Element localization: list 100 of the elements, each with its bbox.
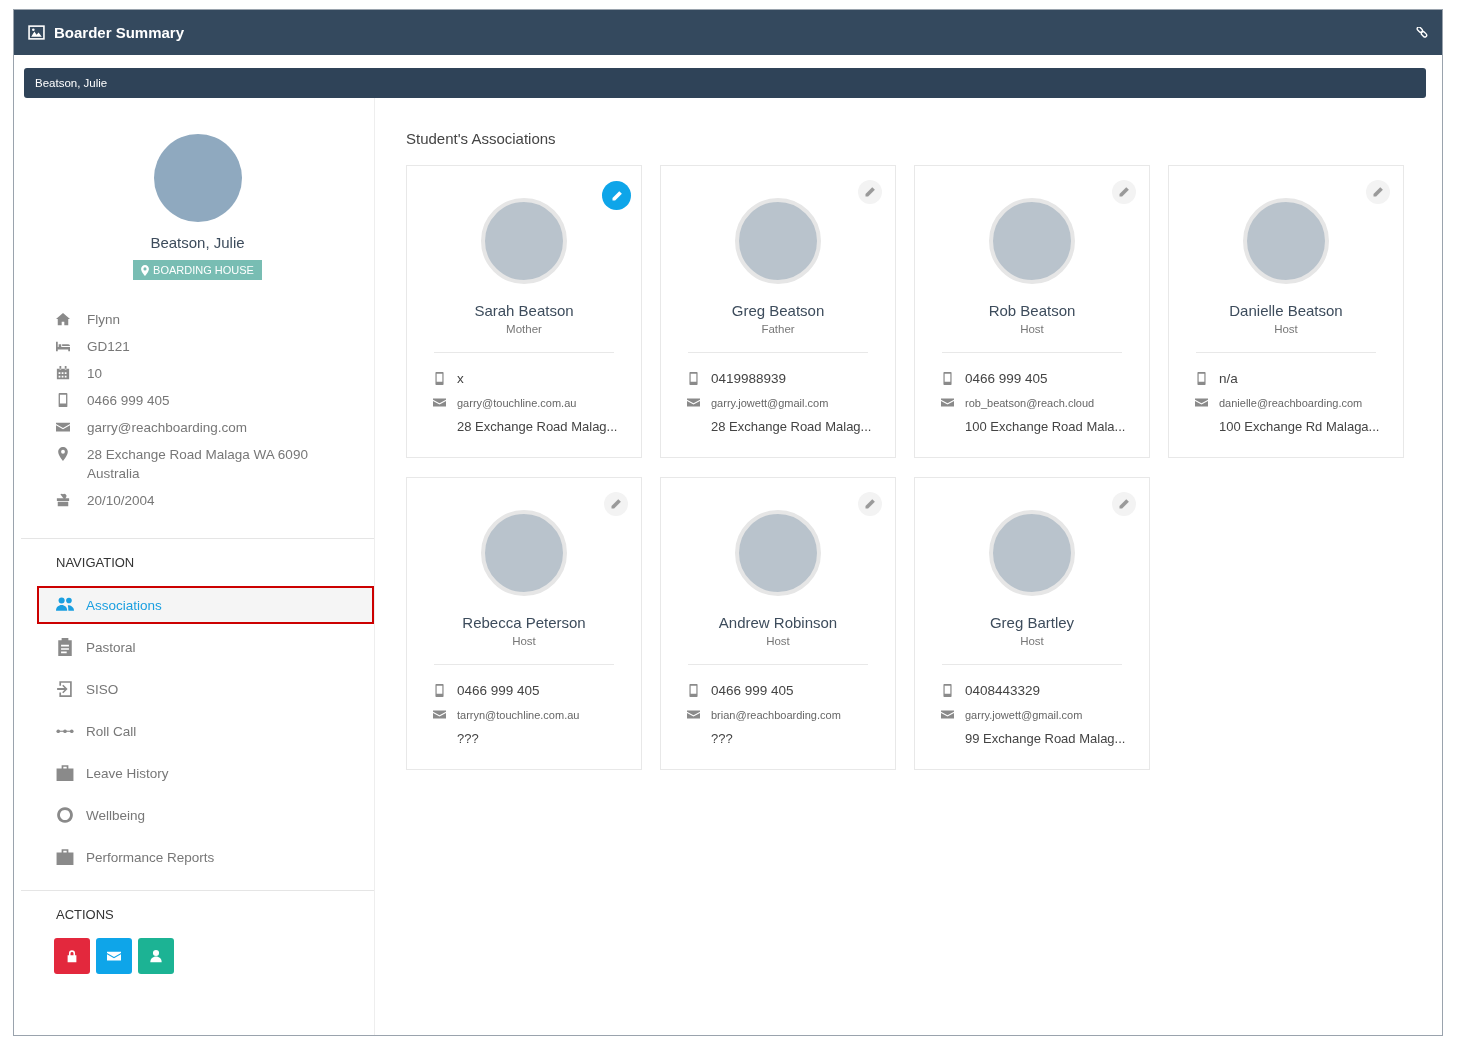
envelope-icon <box>56 420 70 434</box>
people-icon <box>56 596 74 614</box>
phone-text: 0466 999 405 <box>457 683 540 698</box>
email-text: danielle@reachboarding.com <box>1219 396 1363 409</box>
relation-text: Host <box>1274 323 1298 335</box>
contact-name: Rob Beatson <box>988 302 1076 319</box>
envelope-icon <box>941 396 954 409</box>
address-text: 100 Exchange Rd Malaga... <box>1218 419 1381 434</box>
pencil-icon <box>610 498 622 510</box>
detail-text: 10 <box>87 365 104 383</box>
calendar-icon <box>56 366 70 380</box>
nav-item[interactable]: Wellbeing <box>37 796 374 834</box>
email-text: brian@reachboarding.com <box>711 708 841 721</box>
nav-item[interactable]: Performance Reports <box>37 838 374 876</box>
mobile-phone-icon <box>433 684 446 697</box>
edit-button[interactable] <box>1366 180 1390 204</box>
link-icon[interactable] <box>1416 26 1428 39</box>
detail-text: 0466 999 405 <box>87 392 171 410</box>
lock-icon <box>65 949 79 963</box>
mobile-phone-icon <box>56 393 70 407</box>
envelope-icon <box>107 949 121 963</box>
pencil-icon <box>1118 498 1130 510</box>
nav-item[interactable]: Associations <box>37 586 374 624</box>
edit-button[interactable] <box>602 181 631 210</box>
gift-icon <box>56 493 70 507</box>
phone-text: x <box>457 371 464 386</box>
address-text: 100 Exchange Road Mala... <box>964 419 1127 434</box>
envelope-icon <box>687 396 700 409</box>
detail-text: 28 Exchange Road Malaga WA 6090 Australia <box>87 446 309 483</box>
envelope-icon <box>941 708 954 721</box>
map-pin-icon <box>56 447 70 461</box>
phone-text: 0466 999 405 <box>711 683 794 698</box>
image-icon <box>28 25 45 40</box>
contact-name: Greg Bartley <box>989 614 1075 631</box>
pencil-icon <box>864 186 876 198</box>
pencil-icon <box>864 498 876 510</box>
pencil-icon <box>1118 186 1130 198</box>
briefcase-icon <box>56 764 74 782</box>
edit-button[interactable] <box>604 492 628 516</box>
envelope-icon <box>687 708 700 721</box>
profile-button[interactable] <box>138 938 174 974</box>
edit-button[interactable] <box>858 492 882 516</box>
envelope-icon <box>1195 396 1208 409</box>
email-text: tarryn@touchline.com.au <box>457 708 580 721</box>
email-button[interactable] <box>96 938 132 974</box>
mobile-phone-icon <box>941 372 954 385</box>
address-text: ??? <box>456 731 480 746</box>
pencil-icon <box>610 189 623 202</box>
relation-text: Father <box>761 323 795 335</box>
email-text: garry@reachboarding.com <box>87 419 249 437</box>
relation-text: Host <box>766 635 790 647</box>
nav-item[interactable]: SISO <box>37 670 374 708</box>
contact-name: Danielle Beatson <box>1229 302 1343 319</box>
section-heading: ACTIONS <box>55 907 115 922</box>
address-text: 28 Exchange Road Malag... <box>710 419 873 434</box>
bed-icon <box>56 339 70 353</box>
envelope-icon <box>433 708 446 721</box>
student-name: Beatson, Julie <box>150 234 245 251</box>
mobile-phone-icon <box>687 372 700 385</box>
envelope-icon <box>433 396 446 409</box>
contact-name: Rebecca Peterson <box>462 614 586 631</box>
boarding-house-badge: BOARDING HOUSE <box>133 260 262 280</box>
email-text: garry@touchline.com.au <box>457 396 577 409</box>
clipboard-icon <box>56 638 74 656</box>
briefcase-icon <box>56 848 74 866</box>
detail-text: GD121 <box>87 338 131 356</box>
detail-text: Flynn <box>87 311 121 329</box>
email-text: garry.jowett@gmail.com <box>711 396 829 409</box>
edit-button[interactable] <box>1112 180 1136 204</box>
lock-button[interactable] <box>54 938 90 974</box>
contact-name: Greg Beatson <box>731 302 825 319</box>
edit-button[interactable] <box>1112 492 1136 516</box>
relation-text: Host <box>512 635 536 647</box>
phone-text: 0466 999 405 <box>965 371 1048 386</box>
contact-name: Andrew Robinson <box>718 614 838 631</box>
phone-text: 0408443329 <box>965 683 1041 698</box>
address-text: 99 Exchange Road Malag... <box>964 731 1127 746</box>
nav-item[interactable]: Leave History <box>37 754 374 792</box>
edit-button[interactable] <box>858 180 882 204</box>
sign-in-icon <box>56 680 74 698</box>
mobile-phone-icon <box>1195 372 1208 385</box>
person-icon <box>149 949 163 963</box>
window-title: Boarder Summary <box>54 24 185 41</box>
pencil-icon <box>1372 186 1384 198</box>
dotted-line-icon <box>56 728 74 734</box>
nav-item[interactable]: Pastoral <box>37 628 374 666</box>
phone-text: 0419988939 <box>711 371 787 386</box>
contact-name: Sarah Beatson <box>474 302 574 319</box>
section-title: Student's Associations <box>406 130 557 147</box>
phone-text: n/a <box>1219 371 1238 386</box>
nav-item[interactable]: Roll Call <box>37 712 374 750</box>
address-text: 28 Exchange Road Malag... <box>456 419 619 434</box>
house-icon <box>56 312 70 326</box>
mobile-phone-icon <box>941 684 954 697</box>
mobile-phone-icon <box>687 684 700 697</box>
detail-text: 20/10/2004 <box>87 492 156 510</box>
email-text: garry.jowett@gmail.com <box>965 708 1083 721</box>
ring-icon <box>56 806 74 824</box>
relation-text: Host <box>1020 323 1044 335</box>
student-select[interactable]: Beatson, Julie <box>24 68 1426 98</box>
